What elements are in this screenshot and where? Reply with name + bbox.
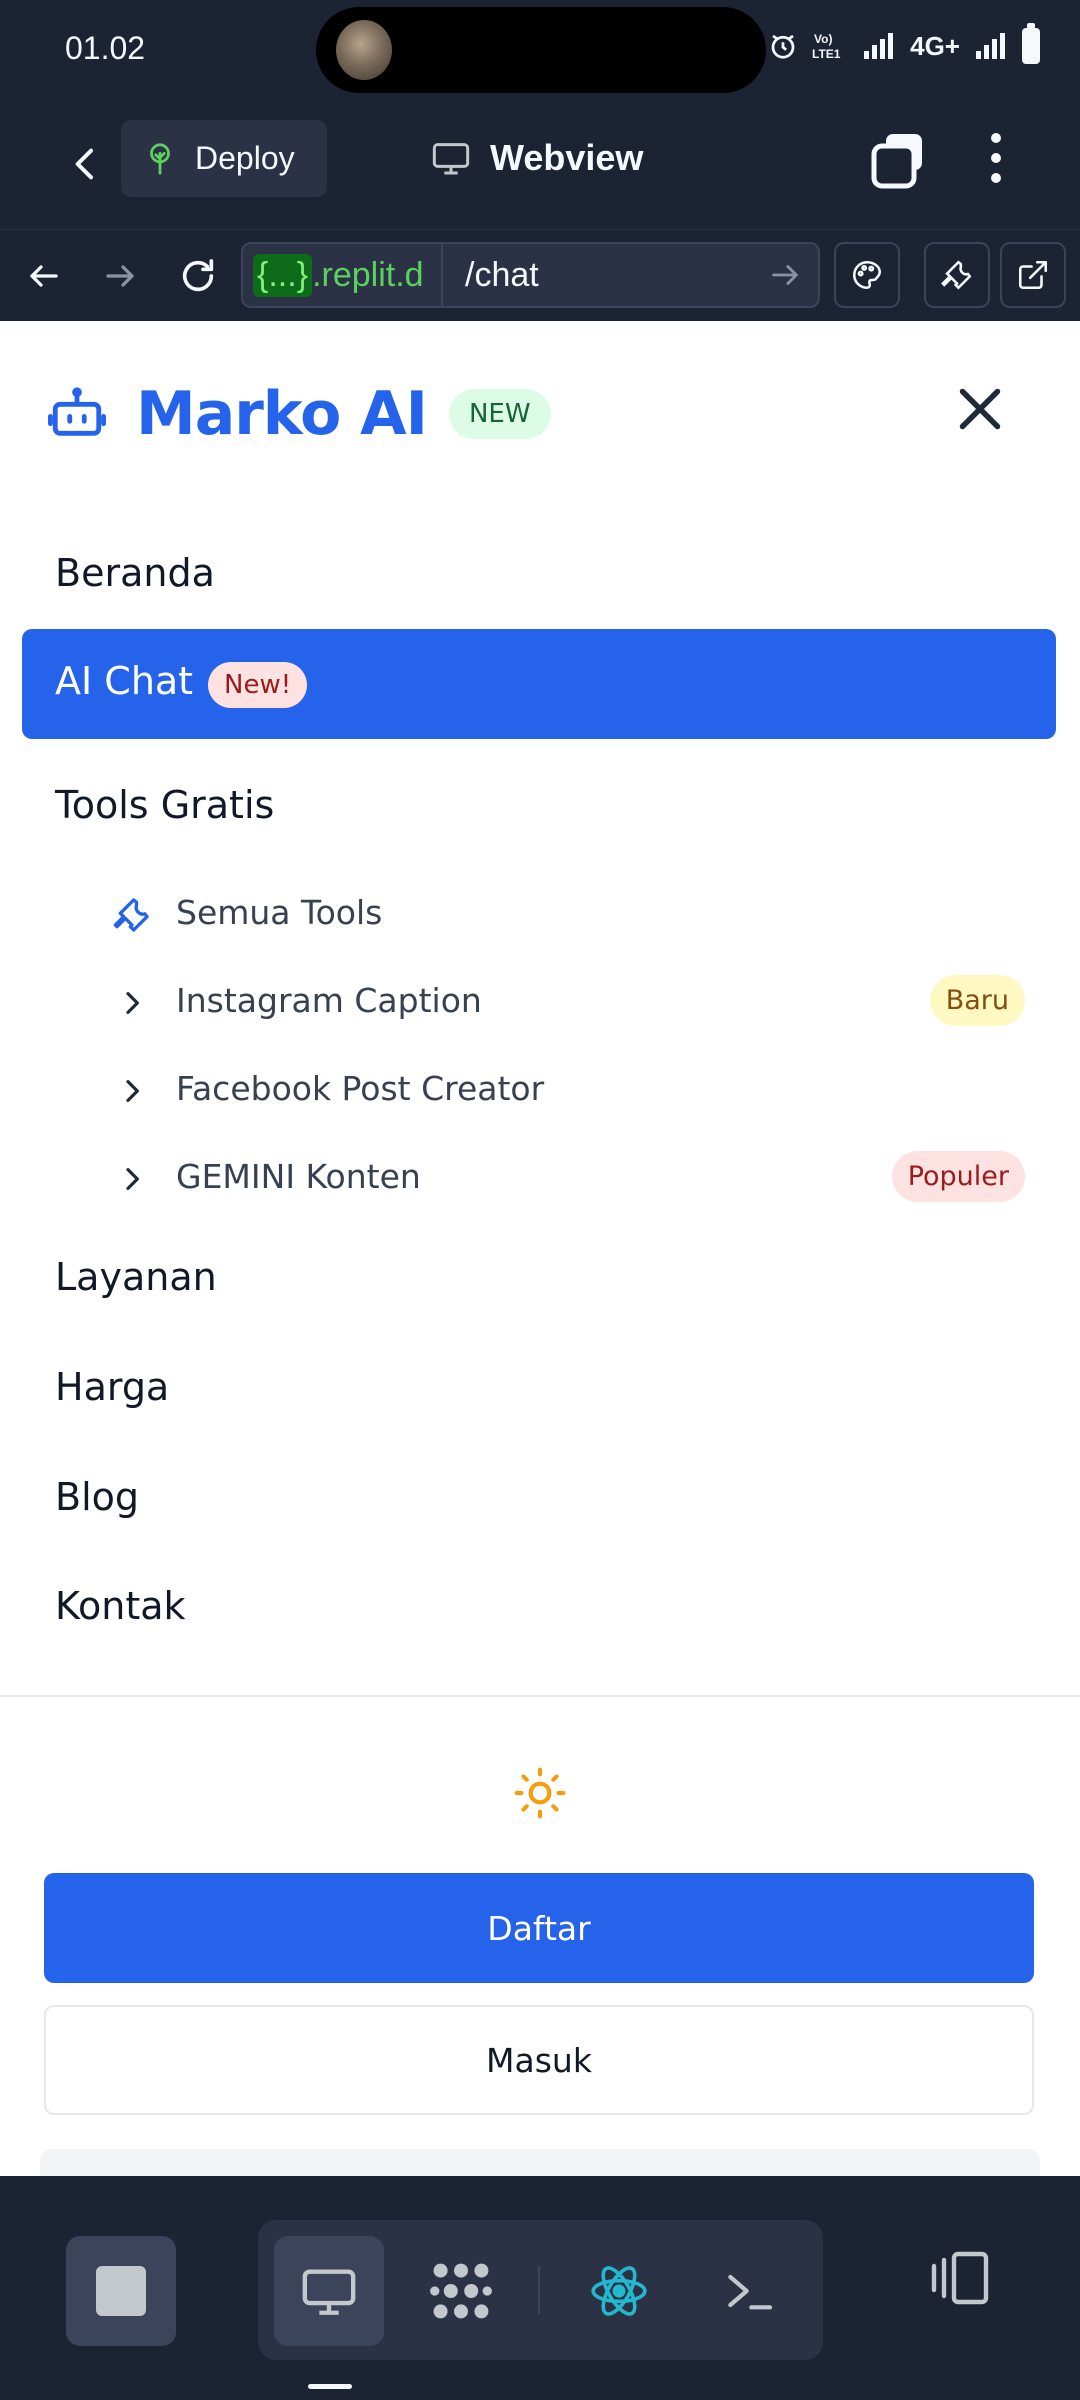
close-menu-icon[interactable] bbox=[950, 379, 1010, 439]
alarm-icon bbox=[768, 31, 798, 61]
stop-icon bbox=[96, 2266, 146, 2316]
arrow-left-icon bbox=[30, 265, 58, 287]
status-bar: 01.02 Vo) LTE1 4G+ bbox=[0, 0, 1080, 104]
url-domain-text: .replit.d bbox=[312, 255, 424, 294]
wrench-icon bbox=[110, 893, 154, 937]
menu-item-beranda[interactable]: Beranda bbox=[55, 551, 215, 595]
react-pane-button[interactable] bbox=[564, 2236, 674, 2346]
signal-icon bbox=[862, 31, 896, 61]
url-domain: {...} .replit.d bbox=[243, 244, 443, 306]
back-button[interactable] bbox=[56, 134, 116, 194]
monitor-icon bbox=[432, 143, 470, 175]
pane-switcher bbox=[258, 2220, 823, 2360]
terminal-icon bbox=[728, 2274, 773, 2310]
palette-icon bbox=[852, 260, 882, 290]
chevron-right-icon bbox=[110, 981, 154, 1025]
webview-url-row: {...} .replit.d /chat bbox=[0, 229, 1080, 321]
go-arrow-icon[interactable] bbox=[768, 258, 802, 292]
url-field[interactable]: {...} .replit.d /chat bbox=[241, 242, 820, 308]
shell-pane-button[interactable] bbox=[694, 2236, 804, 2346]
camera-cutout bbox=[316, 7, 766, 93]
chevron-left-icon bbox=[75, 148, 93, 180]
webview-tab[interactable]: Webview bbox=[430, 128, 643, 188]
submenu-label: Instagram Caption bbox=[176, 981, 482, 1020]
webview-content: Marko AI NEW Beranda AI Chat New! Tools … bbox=[0, 321, 1080, 2176]
register-button[interactable]: Daftar bbox=[44, 1873, 1034, 1983]
url-domain-highlight: {...} bbox=[253, 253, 313, 297]
submenu-item-instagram-caption[interactable]: Instagram Caption Baru bbox=[110, 973, 1025, 1033]
submenu-label: GEMINI Konten bbox=[176, 1157, 421, 1196]
notification-avatar bbox=[336, 20, 392, 80]
chevron-right-icon bbox=[110, 1069, 154, 1113]
deploy-button[interactable]: Deploy bbox=[121, 120, 327, 197]
volte-icon: Vo) LTE1 bbox=[812, 30, 848, 62]
menu-item-ai-chat-label: AI Chat bbox=[55, 659, 194, 703]
more-options-button[interactable] bbox=[970, 128, 1022, 188]
url-path: /chat bbox=[465, 255, 539, 294]
bottom-toolbar bbox=[0, 2176, 1080, 2400]
submenu-item-facebook-post-creator[interactable]: Facebook Post Creator bbox=[110, 1061, 1025, 1121]
tabs-button[interactable] bbox=[868, 130, 928, 190]
populer-badge: Populer bbox=[891, 1151, 1025, 1202]
agent-pane-button[interactable] bbox=[406, 2236, 516, 2346]
webview-label: Webview bbox=[490, 137, 644, 178]
content-below-fold bbox=[40, 2149, 1040, 2176]
brand-name: Marko AI bbox=[136, 379, 428, 449]
svg-text:LTE1: LTE1 bbox=[812, 47, 841, 61]
menu-item-blog[interactable]: Blog bbox=[55, 1475, 139, 1519]
menu-item-layanan[interactable]: Layanan bbox=[55, 1255, 217, 1299]
open-external-button[interactable] bbox=[1000, 242, 1066, 308]
submenu-label: Semua Tools bbox=[176, 893, 383, 932]
theme-palette-button[interactable] bbox=[834, 242, 900, 308]
menu-divider bbox=[0, 1695, 1080, 1697]
react-icon bbox=[591, 2266, 647, 2316]
menu-item-ai-chat[interactable]: AI Chat New! bbox=[22, 629, 1056, 739]
agent-icon bbox=[430, 2263, 492, 2319]
monitor-icon bbox=[302, 2269, 356, 2315]
app-header: Deploy Webview bbox=[0, 104, 1080, 229]
brand-new-badge: NEW bbox=[448, 389, 551, 439]
stop-button[interactable] bbox=[66, 2236, 176, 2346]
reload-button[interactable] bbox=[170, 248, 226, 304]
webview-pane-button[interactable] bbox=[274, 2236, 384, 2346]
external-link-icon bbox=[1018, 260, 1048, 290]
menu-item-tools-gratis[interactable]: Tools Gratis bbox=[55, 783, 274, 827]
submenu-item-gemini-konten[interactable]: GEMINI Konten Populer bbox=[110, 1149, 1025, 1209]
tabs-icon bbox=[871, 134, 922, 189]
baru-badge: Baru bbox=[929, 975, 1025, 1026]
pane-divider bbox=[538, 2266, 540, 2314]
menu-item-kontak[interactable]: Kontak bbox=[55, 1584, 186, 1628]
browser-back-button[interactable] bbox=[16, 248, 72, 304]
layout-toggle-button[interactable] bbox=[920, 2238, 1000, 2318]
brand-logo[interactable]: Marko AI NEW bbox=[46, 379, 551, 449]
submenu-label: Facebook Post Creator bbox=[176, 1069, 545, 1108]
status-time: 01.02 bbox=[65, 30, 146, 66]
deploy-tree-icon bbox=[150, 142, 170, 175]
devtools-button[interactable] bbox=[924, 242, 990, 308]
deploy-label: Deploy bbox=[195, 140, 295, 176]
home-indicator bbox=[308, 2384, 352, 2389]
signal-2-icon bbox=[974, 31, 1008, 61]
split-pane-icon bbox=[931, 2251, 989, 2305]
browser-forward-button[interactable] bbox=[92, 248, 148, 304]
reload-icon bbox=[182, 259, 214, 292]
chevron-right-icon bbox=[110, 1157, 154, 1201]
sun-icon[interactable] bbox=[512, 1765, 568, 1821]
submenu-item-semua-tools[interactable]: Semua Tools bbox=[110, 885, 1025, 945]
robot-icon bbox=[48, 387, 106, 436]
svg-text:Vo): Vo) bbox=[814, 32, 832, 46]
arrow-right-icon bbox=[106, 265, 134, 287]
ai-chat-new-badge: New! bbox=[208, 662, 308, 708]
battery-icon bbox=[1022, 23, 1040, 64]
status-icons: Vo) LTE1 4G+ bbox=[768, 23, 1040, 64]
menu-item-harga[interactable]: Harga bbox=[55, 1365, 169, 1409]
wrench-icon bbox=[941, 260, 972, 290]
more-vertical-icon bbox=[991, 133, 1001, 183]
login-button[interactable]: Masuk bbox=[44, 2005, 1034, 2115]
network-type: 4G+ bbox=[910, 30, 960, 61]
